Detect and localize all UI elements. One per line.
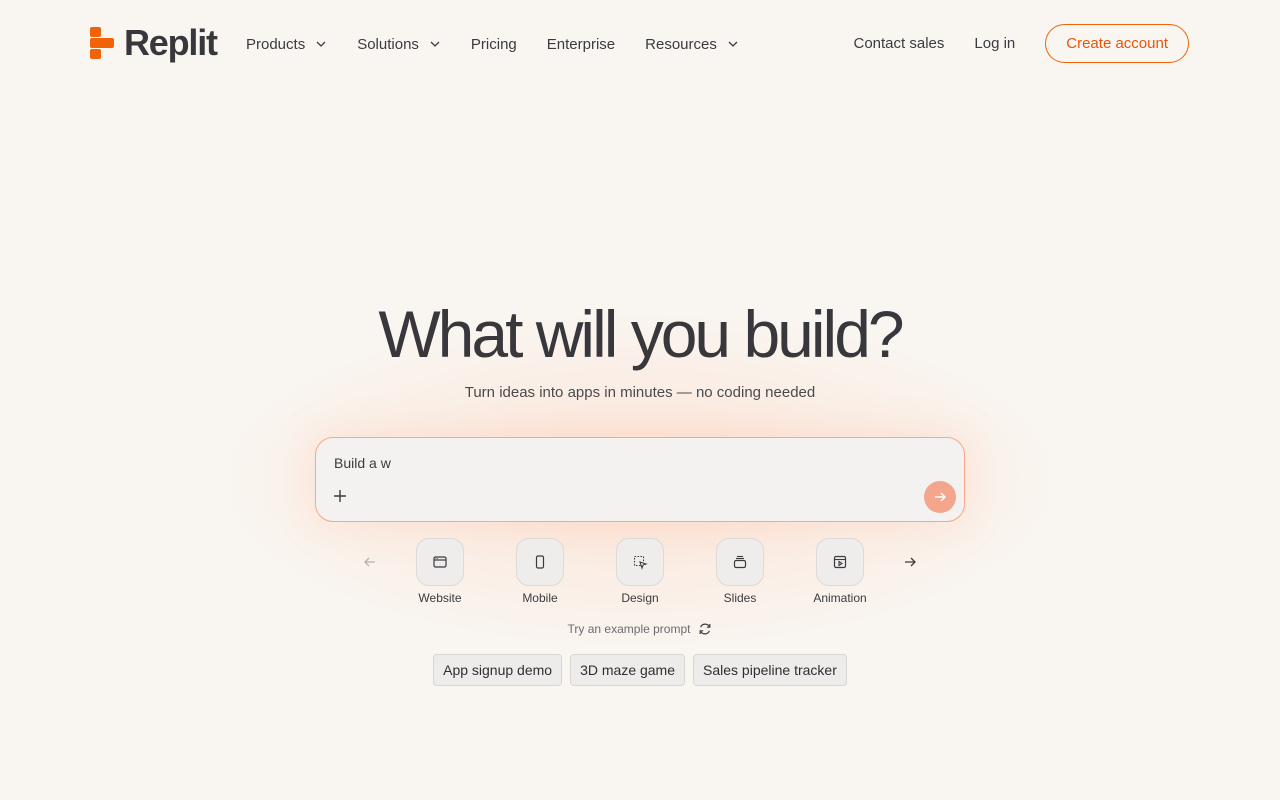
category-icon-box — [516, 538, 564, 586]
hero-subtitle: Turn ideas into apps in minutes — no cod… — [464, 384, 816, 401]
category-label: Slides — [723, 591, 757, 605]
example-chip[interactable]: App signup demo — [433, 654, 563, 686]
category-prev-button[interactable] — [356, 548, 384, 576]
example-chip[interactable]: 3D maze game — [570, 654, 686, 686]
nav-pricing-label: Pricing — [470, 35, 517, 53]
category-next-button[interactable] — [896, 548, 924, 576]
send-button[interactable] — [924, 481, 956, 513]
nav-enterprise-label: Enterprise — [546, 35, 616, 53]
nav-pricing[interactable]: Pricing — [471, 36, 517, 53]
create-account-button[interactable]: Create account — [1045, 24, 1189, 63]
category-label: Mobile — [522, 591, 558, 605]
category-slides[interactable]: Slides — [700, 538, 780, 605]
category-icon-box — [416, 538, 464, 586]
category-label: Design — [621, 591, 659, 605]
login-link[interactable]: Log in — [974, 35, 1015, 52]
nav-products[interactable]: Products — [246, 36, 327, 53]
chevron-down-icon — [316, 41, 326, 47]
hero-title: What will you build? — [378, 297, 904, 371]
category-mobile[interactable]: Mobile — [500, 538, 580, 605]
chevron-down-icon — [728, 41, 738, 47]
category-label: Website — [418, 591, 462, 605]
nav-solutions[interactable]: Solutions — [357, 36, 441, 53]
nav-resources[interactable]: Resources — [645, 36, 739, 53]
example-prompt-label: Try an example prompt — [567, 622, 691, 636]
phone-icon — [535, 555, 545, 569]
contact-sales-link[interactable]: Contact sales — [854, 35, 945, 52]
refresh-icon[interactable] — [698, 622, 712, 636]
account-nav: Contact sales Log in Create account — [854, 24, 1189, 63]
browser-icon — [433, 556, 447, 568]
category-icon-box — [716, 538, 764, 586]
example-chip[interactable]: Sales pipeline tracker — [693, 654, 847, 686]
arrow-right-icon — [935, 492, 946, 502]
category-label: Animation — [813, 591, 867, 605]
example-chips: App signup demo 3D maze game Sales pipel… — [0, 654, 1280, 686]
cursor-select-icon — [633, 555, 648, 570]
site-header: Replit Products Solutions Pricing Enterp… — [0, 0, 1280, 88]
plus-icon[interactable] — [333, 489, 347, 503]
arrow-left-icon — [364, 557, 375, 567]
category-icon-box — [616, 538, 664, 586]
category-animation[interactable]: Animation — [800, 538, 880, 605]
category-picker: Website Mobile Design Slides Animation — [0, 538, 1280, 608]
nav-resources-label: Resources — [645, 35, 717, 53]
chevron-down-icon — [430, 41, 440, 47]
prompt-box — [315, 437, 965, 522]
nav-solutions-label: Solutions — [357, 35, 419, 53]
main-nav: Products Solutions Pricing Enterprise Re… — [246, 32, 769, 56]
replit-logo-icon — [90, 27, 114, 59]
category-website[interactable]: Website — [400, 538, 480, 605]
logo-text: Replit — [124, 22, 218, 63]
category-design[interactable]: Design — [600, 538, 680, 605]
example-prompt-row: Try an example prompt — [0, 622, 1280, 636]
prompt-input[interactable] — [334, 455, 934, 471]
replit-logo[interactable]: Replit — [90, 22, 218, 63]
play-frame-icon — [833, 555, 847, 569]
nav-products-label: Products — [246, 35, 306, 53]
nav-enterprise[interactable]: Enterprise — [547, 36, 615, 53]
category-icon-box — [816, 538, 864, 586]
slides-icon — [733, 555, 747, 569]
arrow-right-icon — [905, 557, 916, 567]
